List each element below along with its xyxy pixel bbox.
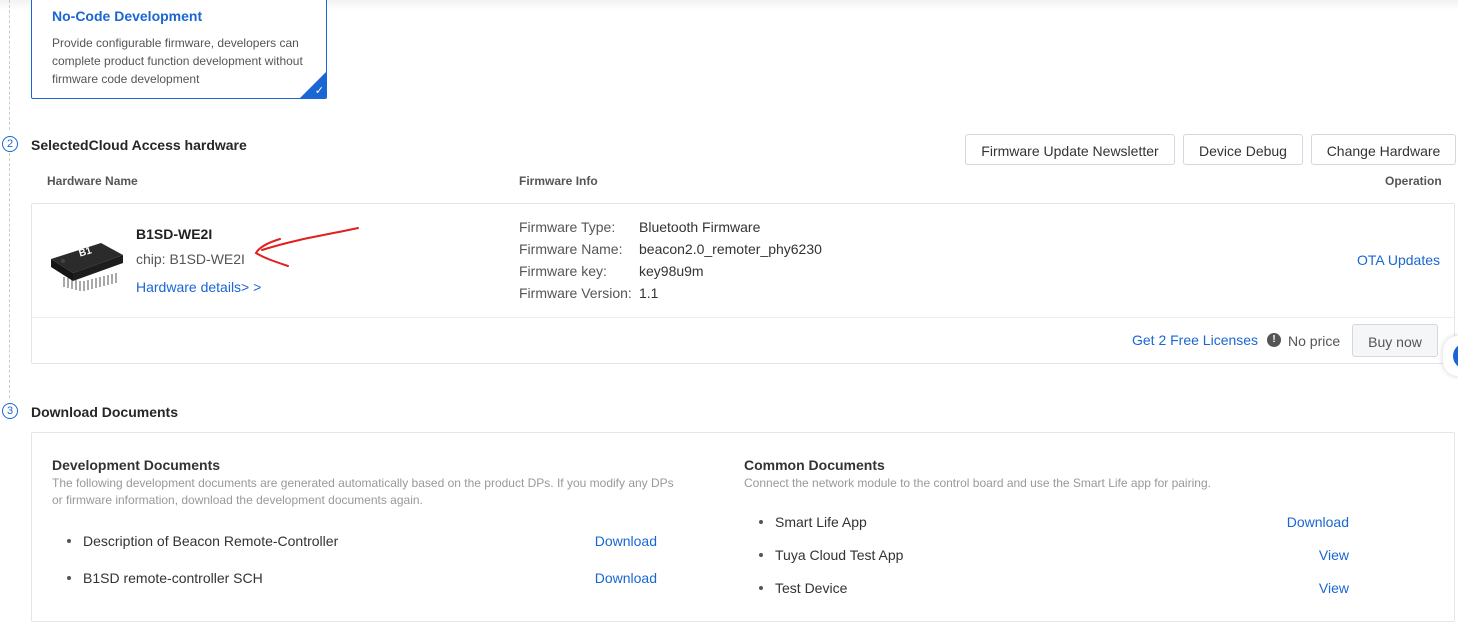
common-docs-subtitle: Connect the network module to the contro… bbox=[744, 476, 1211, 490]
bullet-icon bbox=[67, 539, 71, 544]
card-divider bbox=[32, 317, 1454, 318]
firmware-key-label: Firmware key: bbox=[519, 263, 607, 279]
step-2-badge: 2 bbox=[2, 136, 18, 152]
check-icon: ✓ bbox=[314, 85, 324, 97]
dev-docs-subtitle: The following development documents are … bbox=[52, 476, 674, 507]
dev-docs-title: Development Documents bbox=[52, 457, 221, 473]
download-link[interactable]: Download bbox=[1262, 514, 1349, 530]
column-header-operation: Operation bbox=[1385, 174, 1442, 188]
timeline-line bbox=[9, 153, 10, 398]
change-hardware-button[interactable]: Change Hardware bbox=[1311, 134, 1456, 165]
documents-card: Development Documents The following deve… bbox=[31, 432, 1455, 622]
device-debug-button[interactable]: Device Debug bbox=[1183, 134, 1303, 165]
section-title-hardware: SelectedCloud Access hardware bbox=[31, 137, 247, 153]
firmware-name-value: beacon2.0_remoter_phy6230 bbox=[639, 241, 822, 257]
card-title: No-Code Development bbox=[52, 8, 203, 24]
floating-help-button[interactable] bbox=[1443, 336, 1458, 376]
chip-name: chip: B1SD-WE2I bbox=[136, 251, 245, 267]
no-code-development-card[interactable]: No-Code Development Provide configurable… bbox=[31, 0, 327, 99]
step-3-badge: 3 bbox=[2, 403, 18, 419]
bullet-icon bbox=[67, 576, 71, 581]
firmware-type-label: Firmware Type: bbox=[519, 219, 616, 235]
list-item: Tuya Cloud Test App bbox=[759, 547, 903, 563]
list-item: B1SD remote-controller SCH bbox=[67, 570, 263, 586]
hardware-name: B1SD-WE2I bbox=[136, 226, 213, 242]
help-icon bbox=[1453, 343, 1458, 369]
firmware-type-value: Bluetooth Firmware bbox=[639, 219, 761, 235]
firmware-version-label: Firmware Version: bbox=[519, 285, 632, 301]
bullet-icon bbox=[759, 520, 763, 525]
view-link[interactable]: View bbox=[1262, 580, 1349, 596]
bullet-icon bbox=[759, 586, 763, 591]
section-title-downloads: Download Documents bbox=[31, 404, 179, 420]
firmware-version-value: 1.1 bbox=[639, 285, 659, 301]
column-header-hardware-name: Hardware Name bbox=[47, 174, 138, 188]
info-icon: ! bbox=[1267, 333, 1281, 347]
hardware-details-link[interactable]: Hardware details> > bbox=[136, 279, 261, 295]
download-link[interactable]: Download bbox=[572, 533, 657, 549]
download-link[interactable]: Download bbox=[572, 570, 657, 586]
common-docs-title: Common Documents bbox=[744, 457, 885, 473]
list-item: Test Device bbox=[759, 580, 847, 596]
bullet-icon bbox=[759, 553, 763, 558]
view-link[interactable]: View bbox=[1262, 547, 1349, 563]
hardware-card: B1 B1SD-WE2I chip: B1SD-WE2I Hardware de… bbox=[31, 203, 1455, 364]
firmware-key-value: key98u9m bbox=[639, 263, 704, 279]
annotation-arrow-icon bbox=[254, 227, 359, 267]
list-item: Description of Beacon Remote-Controller bbox=[67, 533, 338, 549]
price-text: No price bbox=[1288, 333, 1341, 349]
buy-now-button[interactable]: Buy now bbox=[1352, 324, 1438, 357]
free-licenses-link[interactable]: Get 2 Free Licenses bbox=[1132, 332, 1258, 348]
list-item: Smart Life App bbox=[759, 514, 867, 530]
firmware-name-label: Firmware Name: bbox=[519, 241, 623, 257]
ota-updates-link[interactable]: OTA Updates bbox=[1357, 252, 1440, 268]
card-description: Provide configurable firmware, developer… bbox=[52, 36, 303, 86]
firmware-update-newsletter-button[interactable]: Firmware Update Newsletter bbox=[965, 134, 1175, 165]
column-header-firmware-info: Firmware Info bbox=[519, 174, 598, 188]
timeline-line bbox=[9, 0, 10, 130]
